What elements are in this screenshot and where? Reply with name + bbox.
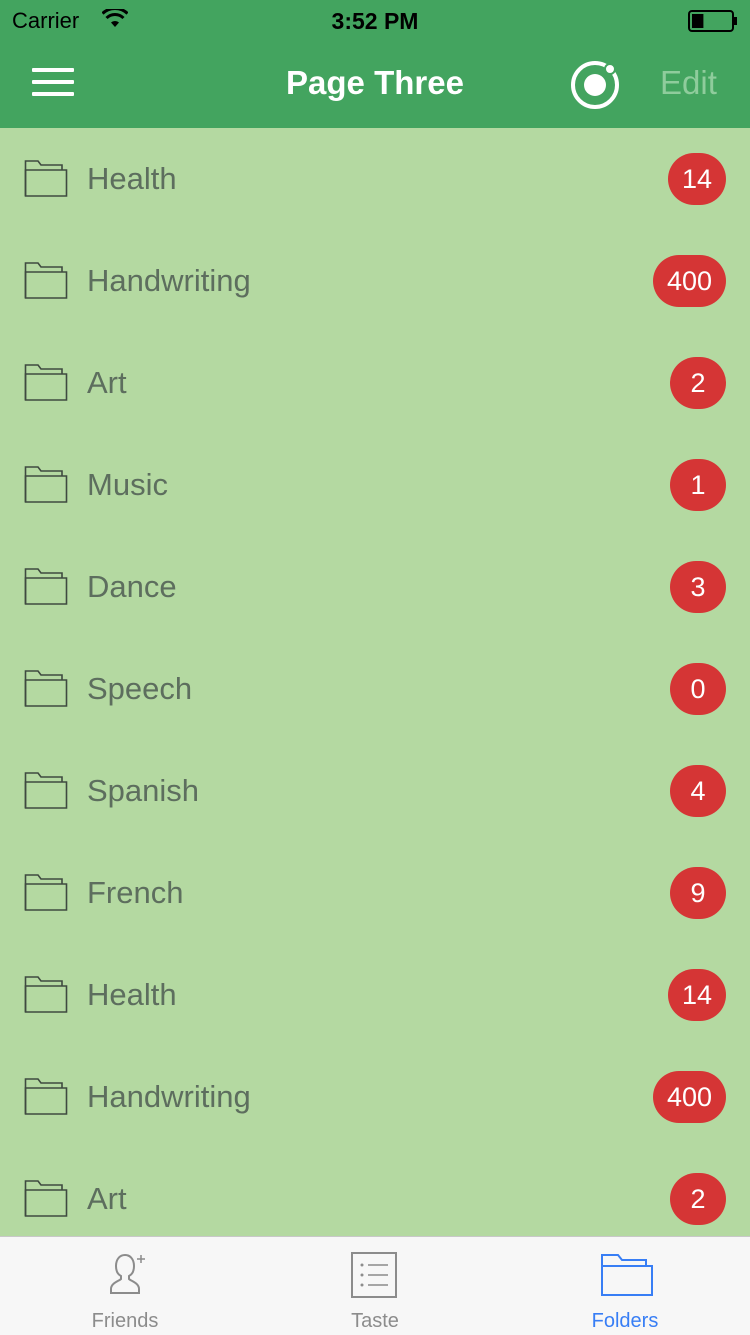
list-item[interactable]: Art 2	[0, 1148, 750, 1236]
folder-icon	[24, 568, 68, 605]
count-badge: 2	[670, 1173, 726, 1225]
add-person-icon	[110, 1253, 145, 1294]
count-badge: 400	[652, 1071, 726, 1123]
list-item-label: Dance	[87, 569, 177, 604]
list-item[interactable]: Handwriting 400	[0, 230, 750, 332]
list-item[interactable]: Health 14	[0, 944, 750, 1046]
folder-icon	[601, 1254, 653, 1296]
count-badge: 400	[652, 255, 726, 307]
tab-label: Folders	[591, 1310, 659, 1332]
folder-icon	[24, 466, 68, 503]
folder-icon	[24, 670, 68, 707]
count-badge: 14	[667, 969, 726, 1021]
count-badge: 4	[670, 765, 726, 817]
list-item-label: Handwriting	[87, 263, 251, 298]
list-item[interactable]: Speech 0	[0, 638, 750, 740]
list-item-label: Handwriting	[87, 1079, 251, 1114]
list-item[interactable]: Art 2	[0, 332, 750, 434]
count-badge: 9	[670, 867, 726, 919]
list-item[interactable]: Spanish 4	[0, 740, 750, 842]
folder-icon	[24, 874, 68, 911]
folder-icon	[24, 772, 68, 809]
list-icon	[351, 1252, 397, 1298]
list-item-label: Music	[87, 467, 168, 502]
list-item[interactable]: Handwriting 400	[0, 1046, 750, 1148]
list-item[interactable]: French 9	[0, 842, 750, 944]
folder-icon	[24, 160, 68, 197]
tab-label: Friends	[91, 1310, 159, 1332]
list-item-label: Speech	[87, 671, 193, 706]
count-badge: 1	[670, 459, 726, 511]
header: Carrier 3:52 PM Page Three Edit	[0, 0, 750, 128]
count-badge: 3	[670, 561, 726, 613]
folder-icon	[24, 364, 68, 401]
folder-icon	[24, 1078, 68, 1115]
tab-folders[interactable]: Folders	[500, 1237, 750, 1335]
folder-icon	[24, 976, 68, 1013]
folder-icon	[24, 1180, 68, 1217]
list-item-label: Art	[87, 365, 127, 400]
list-item[interactable]: Health 14	[0, 128, 750, 230]
count-badge: 14	[667, 153, 726, 205]
tab-taste[interactable]: Taste	[250, 1237, 500, 1335]
ionic-logo-icon[interactable]	[568, 58, 622, 112]
tab-bar: Friends Taste Folders	[0, 1236, 750, 1335]
folder-list: Health 14 Handwriting 400 Art 2 Music 1 Dance 3 Sp…	[0, 128, 750, 1236]
folder-icon	[24, 262, 68, 299]
battery-icon	[688, 10, 737, 32]
count-badge: 0	[670, 663, 726, 715]
list-item-label: Spanish	[87, 773, 200, 808]
nav-bar: Page Three Edit	[0, 40, 750, 128]
page-title: Page Three	[286, 64, 464, 101]
edit-button[interactable]: Edit	[660, 64, 717, 102]
list-item-label: Art	[87, 1181, 127, 1216]
status-time: 3:52 PM	[331, 8, 419, 34]
list-item-label: French	[87, 875, 184, 910]
list-item[interactable]: Dance 3	[0, 536, 750, 638]
tab-friends[interactable]: Friends	[0, 1237, 250, 1335]
tab-label: Taste	[351, 1310, 399, 1332]
list-item[interactable]: Music 1	[0, 434, 750, 536]
list-item-label: Health	[87, 977, 177, 1012]
count-badge: 2	[670, 357, 726, 409]
status-bar: Carrier 3:52 PM	[0, 0, 750, 40]
list-item-label: Health	[87, 161, 177, 196]
